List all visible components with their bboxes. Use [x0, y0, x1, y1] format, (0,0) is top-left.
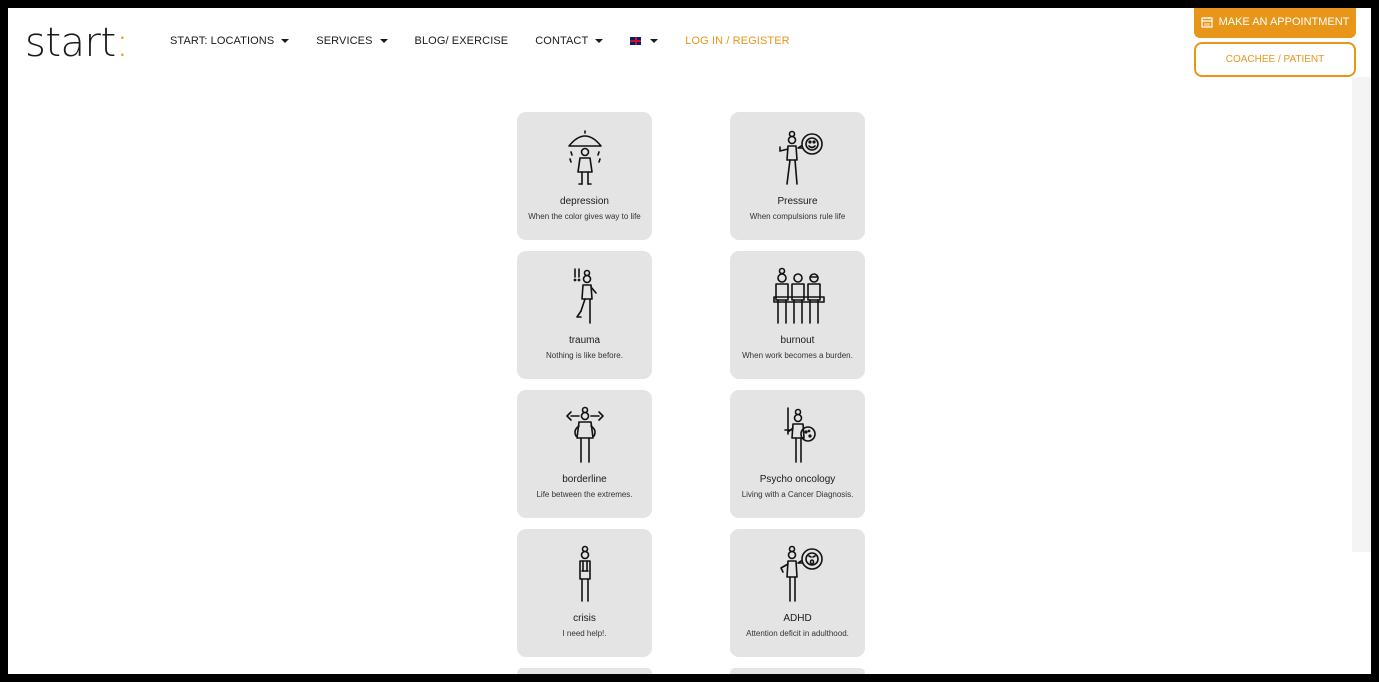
coachee-patient-button[interactable]: COACHEE / PATIENT — [1194, 42, 1356, 77]
chevron-down-icon — [281, 39, 290, 43]
person-shouting-bubble-icon — [779, 545, 823, 602]
topic-subtitle: Attention deficit in adulthood. — [746, 629, 849, 638]
nav-item-services[interactable]: SERVICES — [316, 35, 388, 47]
topic-title: trauma — [568, 335, 601, 346]
nav-item-blog[interactable]: BLOG/ EXERCISE — [415, 35, 509, 47]
topic-card-psycho-oncology[interactable]: Psycho oncology Living with a Cancer Dia… — [730, 390, 865, 518]
page-frame: start: START: LOCATIONS SERVICES BLOG/ E… — [8, 8, 1371, 674]
topic-title: ADHD — [783, 613, 812, 624]
topic-card-partial[interactable] — [730, 668, 865, 674]
topic-card-borderline[interactable]: borderline Life between the extremes. — [517, 390, 652, 518]
site-header: start: START: LOCATIONS SERVICES BLOG/ E… — [8, 8, 1371, 80]
uk-flag-icon — [629, 36, 643, 46]
topic-card-adhd[interactable]: ADHD Attention deficit in adulthood. — [730, 529, 865, 657]
scrollbar[interactable] — [1352, 77, 1371, 552]
topic-title: Psycho oncology — [759, 474, 836, 485]
nav-item-contact[interactable]: CONTACT — [535, 35, 604, 47]
site-logo[interactable]: start: — [25, 20, 129, 66]
make-appointment-button[interactable]: MAKE AN APPOINTMENT — [1194, 8, 1356, 38]
topic-title: depression — [560, 196, 609, 207]
topic-card-burnout[interactable]: burnout When work becomes a burden. — [730, 251, 865, 379]
coachee-patient-label: COACHEE / PATIENT — [1225, 54, 1325, 65]
topic-subtitle: When the color gives way to life — [528, 212, 641, 221]
main-nav: START: LOCATIONS SERVICES BLOG/ EXERCISE… — [170, 35, 817, 47]
chevron-down-icon — [650, 39, 659, 43]
three-people-icon — [772, 267, 825, 324]
topic-subtitle: Living with a Cancer Diagnosis. — [741, 490, 854, 499]
topic-title: crisis — [573, 613, 596, 624]
topics-grid: depression When the color gives way to l… — [517, 112, 865, 674]
topic-title: Pressure — [777, 196, 818, 207]
topic-card-trauma[interactable]: trauma Nothing is like before. — [517, 251, 652, 379]
topic-card-pressure[interactable]: Pressure When compulsions rule life — [730, 112, 865, 240]
topic-card-depression[interactable]: depression When the color gives way to l… — [517, 112, 652, 240]
topic-subtitle: Life between the extremes. — [536, 490, 633, 499]
standing-person-icon — [578, 545, 591, 602]
topic-card-crisis[interactable]: crisis I need help!. — [517, 529, 652, 657]
language-switcher[interactable] — [629, 36, 659, 46]
topic-card-partial[interactable] — [517, 668, 652, 674]
make-appointment-label: MAKE AN APPOINTMENT — [1218, 16, 1350, 28]
topic-title: burnout — [780, 335, 815, 346]
umbrella-person-icon — [567, 130, 602, 185]
chevron-down-icon — [595, 39, 604, 43]
topic-subtitle: When compulsions rule life — [749, 212, 846, 221]
topic-title: borderline — [562, 474, 607, 485]
startled-person-icon — [573, 268, 597, 324]
chevron-down-icon — [379, 39, 388, 43]
topic-subtitle: When work becomes a burden. — [742, 351, 853, 360]
login-register-link[interactable]: LOG IN / REGISTER — [685, 35, 789, 47]
topic-subtitle: I need help!. — [562, 629, 607, 638]
calendar-icon — [1200, 17, 1213, 28]
person-speech-bubble-icon — [778, 130, 823, 185]
arrows-person-icon — [565, 406, 604, 463]
sword-shield-person-icon — [783, 407, 816, 463]
nav-item-locations[interactable]: START: LOCATIONS — [170, 35, 290, 47]
topic-subtitle: Nothing is like before. — [546, 351, 623, 360]
